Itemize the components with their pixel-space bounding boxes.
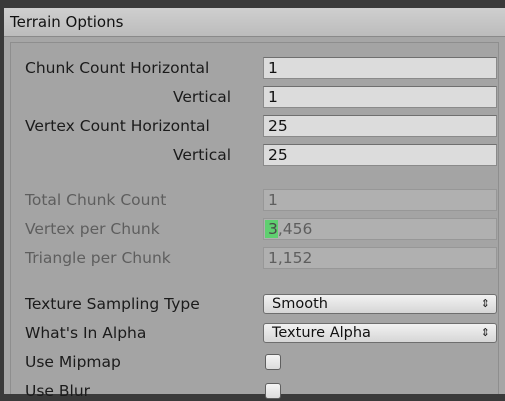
use-blur-checkbox[interactable] — [265, 383, 281, 399]
chunk-count-horizontal-label: Chunk Count Horizontal — [25, 59, 210, 77]
whats-in-alpha-label: What's In Alpha — [25, 324, 147, 342]
vertex-count-horizontal-input[interactable]: 25 — [263, 115, 497, 137]
chunk-count-horizontal-input[interactable]: 1 — [263, 57, 497, 79]
updown-arrow-icon: ⇕ — [480, 297, 490, 310]
vertex-per-chunk-rest: ,456 — [277, 220, 313, 238]
window-title: Terrain Options — [10, 13, 124, 31]
options-panel: Chunk Count Horizontal 1 Vertical 1 Vert… — [10, 42, 499, 400]
triangle-per-chunk-field: 1,152 — [263, 247, 497, 269]
use-mipmap-label: Use Mipmap — [25, 353, 121, 371]
vertex-count-vertical-label: Vertical — [173, 146, 232, 164]
texture-sampling-type-dropdown[interactable]: Smooth ⇕ — [263, 294, 497, 314]
use-mipmap-checkbox[interactable] — [265, 354, 281, 370]
vertex-count-vertical-input[interactable]: 25 — [263, 144, 497, 166]
terrain-options-window: Terrain Options Chunk Count Horizontal 1… — [4, 8, 505, 400]
total-chunk-count-field: 1 — [263, 189, 497, 211]
texture-sampling-type-label: Texture Sampling Type — [25, 295, 200, 313]
whats-in-alpha-dropdown[interactable]: Texture Alpha ⇕ — [263, 323, 497, 343]
whats-in-alpha-value: Texture Alpha — [272, 325, 371, 341]
chunk-count-vertical-label: Vertical — [173, 88, 232, 106]
use-blur-label: Use Blur — [25, 382, 91, 400]
vertex-per-chunk-label: Vertex per Chunk — [25, 220, 160, 238]
vertex-per-chunk-highlight: 3 — [265, 220, 278, 238]
vertex-per-chunk-field: 3,456 — [263, 218, 497, 240]
total-chunk-count-label: Total Chunk Count — [25, 191, 167, 209]
triangle-per-chunk-label: Triangle per Chunk — [25, 249, 171, 267]
title-bar: Terrain Options — [4, 8, 505, 37]
vertex-count-horizontal-label: Vertex Count Horizontal — [25, 117, 210, 135]
texture-sampling-type-value: Smooth — [272, 296, 328, 312]
updown-arrow-icon: ⇕ — [480, 326, 490, 339]
chunk-count-vertical-input[interactable]: 1 — [263, 86, 497, 108]
